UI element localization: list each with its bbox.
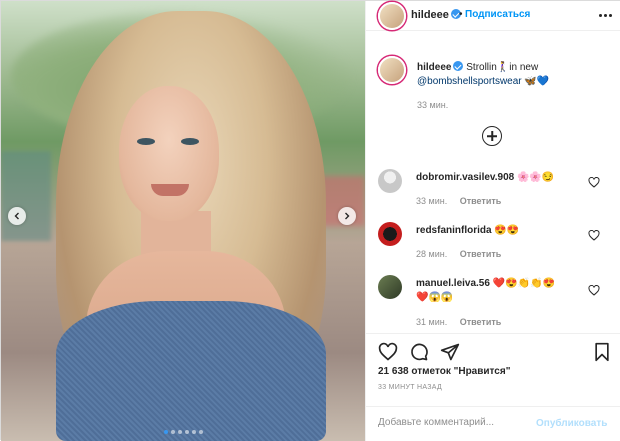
comment-meta: 31 мин. Ответить <box>416 317 511 327</box>
comment-meta: 28 мин. Ответить <box>416 249 511 259</box>
comment-button[interactable] <box>409 342 429 362</box>
comment-like-heart-icon[interactable] <box>588 230 600 241</box>
comment-username[interactable]: manuel.leiva.56 <box>416 278 490 289</box>
comment-avatar[interactable] <box>378 222 402 246</box>
photo-eye-left <box>137 138 155 145</box>
comment-timestamp[interactable]: 33 мин. <box>416 196 447 206</box>
paper-plane-icon <box>440 343 460 361</box>
verified-badge-icon <box>453 61 464 71</box>
heart-icon <box>378 342 398 361</box>
author-avatar[interactable] <box>378 2 406 30</box>
comment-avatar[interactable] <box>378 169 402 193</box>
comment-reply-button[interactable]: Ответить <box>460 317 502 327</box>
caption-text-mid: in new <box>509 62 539 73</box>
carousel-dot <box>163 430 168 434</box>
like-button[interactable] <box>378 342 398 362</box>
share-button[interactable] <box>440 342 460 362</box>
comment-timestamp[interactable]: 28 мин. <box>416 249 447 259</box>
caption-mention-link[interactable]: @bombshellsportswear <box>417 76 522 87</box>
author-username[interactable]: hildeee <box>411 9 461 21</box>
header-separator: • <box>459 9 463 20</box>
walking-woman-emoji: 🚶‍♀️ <box>496 62 510 73</box>
photo-face <box>119 86 219 221</box>
comment-like-heart-icon[interactable] <box>588 177 600 188</box>
carousel-dot <box>198 430 203 434</box>
comment-meta: 33 мин. Ответить <box>416 196 511 206</box>
post-header: hildeee • Подписаться <box>366 1 620 31</box>
likes-count[interactable]: 21 638 отметок "Нравится" <box>378 366 510 377</box>
load-more-comments-icon[interactable] <box>482 126 502 146</box>
caption-username[interactable]: hildeee <box>417 62 451 73</box>
comment-text: manuel.leiva.56 ❤️😍👏👏😍 ❤️😱😱 <box>416 277 586 305</box>
comment-emojis: ❤️😍👏👏😍 <box>492 278 555 289</box>
carousel-dot <box>177 430 182 434</box>
butterfly-emoji: 🦋 <box>524 76 537 87</box>
caption-author-avatar[interactable] <box>378 56 406 84</box>
post-caption: hildeee Strollin🚶‍♀️in new @bombshellspo… <box>417 61 617 89</box>
instagram-post: hildeee • Подписаться hildeee Strollin🚶‍… <box>0 0 620 441</box>
photo-eye-right <box>181 138 199 145</box>
follow-button[interactable]: Подписаться <box>465 9 530 20</box>
comment-timestamp[interactable]: 31 мин. <box>416 317 447 327</box>
save-button[interactable] <box>592 342 612 362</box>
author-username-text[interactable]: hildeee <box>411 9 449 21</box>
more-options-icon[interactable] <box>598 10 612 20</box>
post-timestamp[interactable]: 33 МИНУТ НАЗАД <box>378 384 442 391</box>
post-actions-bar <box>366 333 620 369</box>
photo-background-house <box>1 151 51 241</box>
speech-bubble-icon <box>411 343 428 361</box>
blue-heart-emoji: 💙 <box>536 76 550 87</box>
comment-text: dobromir.vasilev.908 🌸🌸😏 <box>416 171 586 185</box>
comment-like-heart-icon[interactable] <box>588 285 600 296</box>
photo-lips <box>151 184 189 196</box>
carousel-dot <box>170 430 175 434</box>
post-sidebar: hildeee • Подписаться hildeee Strollin🚶‍… <box>365 1 620 441</box>
carousel-dot <box>191 430 196 434</box>
comment-avatar[interactable] <box>378 275 402 299</box>
post-photo[interactable] <box>1 1 365 441</box>
comment-username[interactable]: redsfaninflorida <box>416 225 492 236</box>
publish-comment-button[interactable]: Опубликовать <box>536 418 607 429</box>
comment-reply-button[interactable]: Ответить <box>460 196 502 206</box>
comment-reply-button[interactable]: Ответить <box>460 249 502 259</box>
caption-text-prefix: Strollin <box>466 62 497 73</box>
carousel-prev-button[interactable] <box>8 207 26 225</box>
bookmark-icon <box>595 342 609 362</box>
comment-input[interactable] <box>378 417 528 428</box>
chevron-left-icon <box>14 212 19 220</box>
carousel-next-button[interactable] <box>338 207 356 225</box>
add-comment-bar: Опубликовать <box>366 406 620 441</box>
chevron-right-icon <box>345 212 350 220</box>
comment-username[interactable]: dobromir.vasilev.908 <box>416 172 514 183</box>
caption-timestamp[interactable]: 33 мин. <box>417 100 448 110</box>
comment-emojis: 🌸🌸😏 <box>516 172 555 183</box>
carousel-dot <box>184 430 189 434</box>
photo-sports-top <box>56 301 326 441</box>
comment-emojis-line2: ❤️😱😱 <box>416 292 454 303</box>
comment-emojis: 😍😍 <box>494 225 520 236</box>
carousel-indicator <box>1 430 365 434</box>
comment-text: redsfaninflorida 😍😍 <box>416 224 586 238</box>
